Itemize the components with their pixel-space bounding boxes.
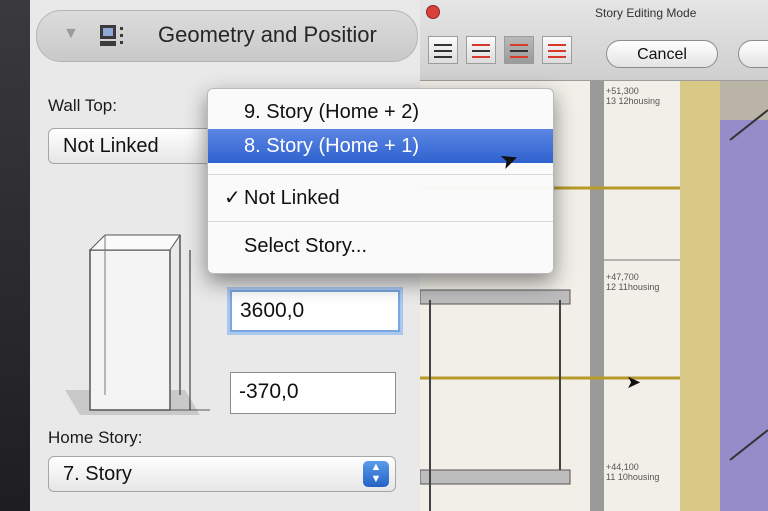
offset-input[interactable]: -370,0: [230, 372, 396, 414]
window-title: Story Editing Mode: [595, 6, 697, 20]
level-label: +47,700: [606, 272, 639, 282]
wall-top-label: Wall Top:: [48, 96, 117, 115]
menu-separator: [208, 174, 553, 175]
story-tool-button-2[interactable]: [466, 36, 496, 64]
wall-top-value: Not Linked: [63, 135, 159, 157]
height-input[interactable]: 3600,0: [230, 290, 400, 332]
section-header[interactable]: ▼ Geometry and Positior: [36, 10, 418, 62]
section-title: Geometry and Positior: [158, 22, 377, 47]
level-label: +51,300: [606, 86, 639, 96]
menu-item-label: 8. Story (Home + 1): [244, 135, 420, 157]
story-tool-button-1[interactable]: [428, 36, 458, 64]
checkmark-icon: ✓: [224, 187, 241, 209]
level-label: 11 10housing: [606, 472, 660, 482]
menu-separator: [208, 221, 553, 222]
home-story-select[interactable]: 7. Story ▲ ▼: [48, 456, 396, 492]
home-story-value: 7. Story: [63, 463, 132, 485]
menu-item-label: Not Linked: [244, 187, 340, 209]
menu-item-story-9[interactable]: 9. Story (Home + 2): [208, 95, 553, 129]
menu-item-label: 9. Story (Home + 2): [244, 101, 420, 123]
cancel-button[interactable]: Cancel: [606, 40, 718, 68]
disclosure-triangle-icon[interactable]: ▼: [63, 25, 79, 43]
offset-value: -370,0: [239, 380, 299, 403]
cancel-label: Cancel: [637, 46, 687, 63]
level-label: 13 12housing: [606, 96, 661, 106]
select-arrows-icon[interactable]: ▲ ▼: [363, 461, 389, 487]
story-tool-button-3[interactable]: [504, 36, 534, 64]
home-story-label: Home Story:: [48, 428, 143, 447]
wall-top-dropdown-menu: 9. Story (Home + 2) 8. Story (Home + 1) …: [207, 88, 554, 274]
menu-item-not-linked[interactable]: ✓ Not Linked: [208, 181, 553, 215]
wall-height-diagram: [65, 234, 210, 415]
story-tool-button-4[interactable]: [542, 36, 572, 64]
mouse-cursor-icon: ➤: [626, 372, 642, 392]
close-window-button[interactable]: [426, 5, 440, 19]
level-label: 12 11housing: [606, 282, 660, 292]
story-editing-window: Story Editing Mode Cancel: [420, 0, 768, 81]
level-label: +44,100: [606, 462, 639, 472]
background-dark: [0, 0, 30, 511]
ok-button[interactable]: [738, 40, 768, 68]
geometry-icon: [100, 25, 123, 46]
menu-item-select-story[interactable]: Select Story...: [208, 229, 553, 263]
menu-item-label: Select Story...: [244, 235, 368, 257]
height-value: 3600,0: [240, 299, 305, 322]
